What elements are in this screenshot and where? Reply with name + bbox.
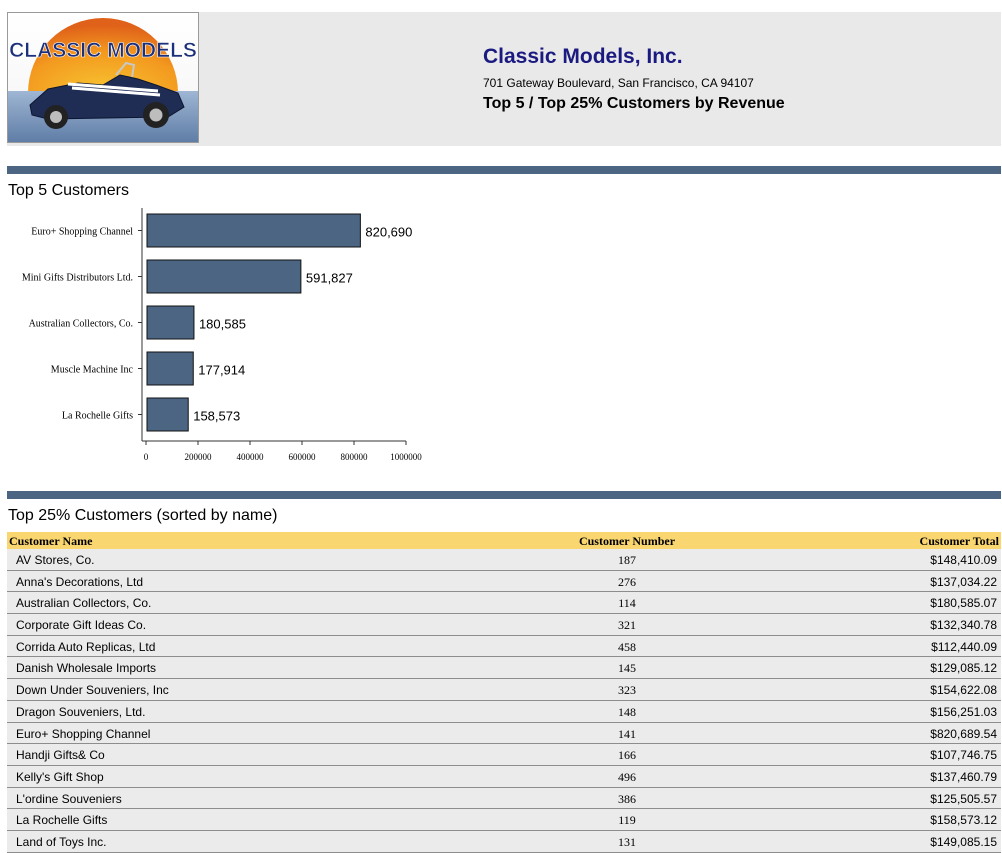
cell-customer-total: $148,410.09 [930, 553, 997, 567]
cell-customer-name: Land of Toys Inc. [16, 834, 107, 849]
table-row: Handji Gifts& Co 166 $107,746.75 [7, 744, 1001, 766]
report-title: Top 5 / Top 25% Customers by Revenue [483, 95, 785, 112]
cell-customer-name: Euro+ Shopping Channel [16, 726, 151, 741]
chart-x-tick-label: 400000 [237, 452, 265, 462]
cell-customer-total: $820,689.54 [930, 726, 997, 741]
cell-customer-number: 187 [618, 553, 636, 567]
column-header-customer-name[interactable]: Customer Name [9, 534, 92, 549]
chart-x-tick-label: 600000 [289, 452, 317, 462]
company-address: 701 Gateway Boulevard, San Francisco, CA… [483, 76, 754, 90]
cell-customer-name: Down Under Souveniers, Inc [16, 683, 169, 698]
table-row: Land of Toys Inc. 131 $149,085.15 [7, 830, 1001, 853]
table-row: La Rochelle Gifts 119 $158,573.12 [7, 809, 1001, 831]
cell-customer-number: 276 [618, 574, 636, 589]
cell-customer-total: $125,505.57 [930, 791, 997, 806]
chart-value-label: 158,573 [193, 409, 240, 424]
table-row: Corporate Gift Ideas Co. 321 $132,340.78 [7, 614, 1001, 636]
chart-bar [146, 397, 189, 432]
column-header-customer-total[interactable]: Customer Total [920, 534, 999, 549]
logo-text: CLASSIC MODELS [9, 39, 197, 62]
cell-customer-number: 148 [618, 704, 636, 719]
chart-bar [146, 305, 195, 340]
cell-customer-number: 145 [618, 661, 636, 676]
table-row: Danish Wholesale Imports 145 $129,085.12 [7, 657, 1001, 680]
cell-customer-number: 321 [618, 618, 636, 633]
chart-bar [146, 259, 302, 294]
cell-customer-total: $180,585.07 [930, 596, 997, 611]
table-row: Euro+ Shopping Channel 141 $820,689.54 [7, 722, 1001, 745]
table-body: AV Stores, Co. 187 $148,410.09 Anna's Decor… [7, 549, 1001, 853]
cell-customer-number: 323 [618, 683, 636, 698]
table-row: Australian Collectors, Co. 114 $180,585.07 [7, 592, 1001, 615]
cell-customer-number: 496 [618, 769, 636, 784]
cell-customer-name: AV Stores, Co. [16, 553, 95, 567]
cell-customer-total: $137,460.79 [930, 769, 997, 784]
cell-customer-name: Danish Wholesale Imports [16, 661, 157, 676]
cell-customer-name: Australian Collectors, Co. [16, 596, 152, 611]
chart-category-label: Mini Gifts Distributors Ltd. [22, 273, 133, 284]
chart-category-label: Muscle Machine Inc [51, 365, 134, 376]
cell-customer-total: $112,440.09 [931, 639, 997, 654]
cell-customer-total: $129,085.12 [930, 661, 997, 676]
chart-bar [146, 213, 361, 248]
cell-customer-name: La Rochelle Gifts [16, 813, 108, 828]
table-row: Dragon Souveniers, Ltd. 148 $156,251.03 [7, 700, 1001, 723]
table-row: Kelly's Gift Shop 496 $137,460.79 [7, 765, 1001, 788]
chart-value-label: 820,690 [365, 225, 412, 240]
chart-category-label: La Rochelle Gifts [62, 411, 133, 422]
chart-bar [146, 351, 194, 386]
company-name: Classic Models, Inc. [483, 45, 683, 68]
cell-customer-name: Dragon Souveniers, Ltd. [16, 704, 146, 719]
cell-customer-number: 141 [618, 726, 636, 741]
cell-customer-number: 386 [618, 791, 636, 806]
section-divider [7, 491, 1001, 499]
top25-section-title: Top 25% Customers (sorted by name) [8, 507, 278, 524]
company-logo: CLASSIC MODELS [7, 12, 199, 143]
top5-section-title: Top 5 Customers [8, 182, 129, 199]
chart-category-label: Australian Collectors, Co. [29, 319, 133, 330]
chart-x-tick-label: 0 [144, 452, 149, 462]
cell-customer-name: L'ordine Souveniers [16, 791, 122, 806]
cell-customer-number: 131 [618, 834, 636, 849]
cell-customer-total: $149,085.15 [930, 834, 997, 849]
table-row: Anna's Decorations, Ltd 276 $137,034.22 [7, 570, 1001, 593]
cell-customer-name: Corporate Gift Ideas Co. [16, 618, 147, 633]
customers-table: Customer Name Customer Number Customer T… [7, 532, 1001, 853]
cell-customer-name: Anna's Decorations, Ltd [16, 574, 144, 589]
cell-customer-name: Corrida Auto Replicas, Ltd [16, 639, 156, 654]
cell-customer-number: 114 [618, 596, 636, 611]
chart-value-label: 177,914 [198, 363, 245, 378]
table-row: AV Stores, Co. 187 $148,410.09 [7, 549, 1001, 571]
column-header-customer-number[interactable]: Customer Number [562, 534, 692, 549]
chart-value-label: 591,827 [306, 271, 353, 286]
cell-customer-total: $107,746.75 [930, 748, 997, 763]
section-divider [7, 166, 1001, 174]
top5-bar-chart: Euro+ Shopping Channel 820,690 Mini Gifts … [22, 208, 422, 462]
cell-customer-total: $132,340.78 [930, 618, 997, 633]
table-header: Customer Name Customer Number Customer T… [7, 532, 1001, 549]
cell-customer-total: $154,622.08 [930, 683, 997, 698]
cell-customer-number: 166 [618, 748, 636, 763]
cell-customer-total: $156,251.03 [930, 704, 997, 719]
cell-customer-number: 458 [618, 639, 636, 654]
chart-x-tick-label: 800000 [341, 452, 369, 462]
cell-customer-number: 119 [618, 813, 636, 828]
cell-customer-total: $158,573.12 [930, 813, 997, 828]
chart-value-label: 180,585 [199, 317, 246, 332]
table-row: L'ordine Souveniers 386 $125,505.57 [7, 787, 1001, 810]
chart-x-tick-label: 200000 [185, 452, 213, 462]
cell-customer-name: Kelly's Gift Shop [16, 769, 104, 784]
table-row: Corrida Auto Replicas, Ltd 458 $112,440.09 [7, 635, 1001, 658]
cell-customer-name: Handji Gifts& Co [16, 748, 105, 763]
chart-category-label: Euro+ Shopping Channel [31, 227, 133, 238]
chart-x-tick-label: 1000000 [390, 452, 422, 462]
table-row: Down Under Souveniers, Inc 323 $154,622.08 [7, 679, 1001, 701]
cell-customer-total: $137,034.22 [930, 574, 997, 589]
